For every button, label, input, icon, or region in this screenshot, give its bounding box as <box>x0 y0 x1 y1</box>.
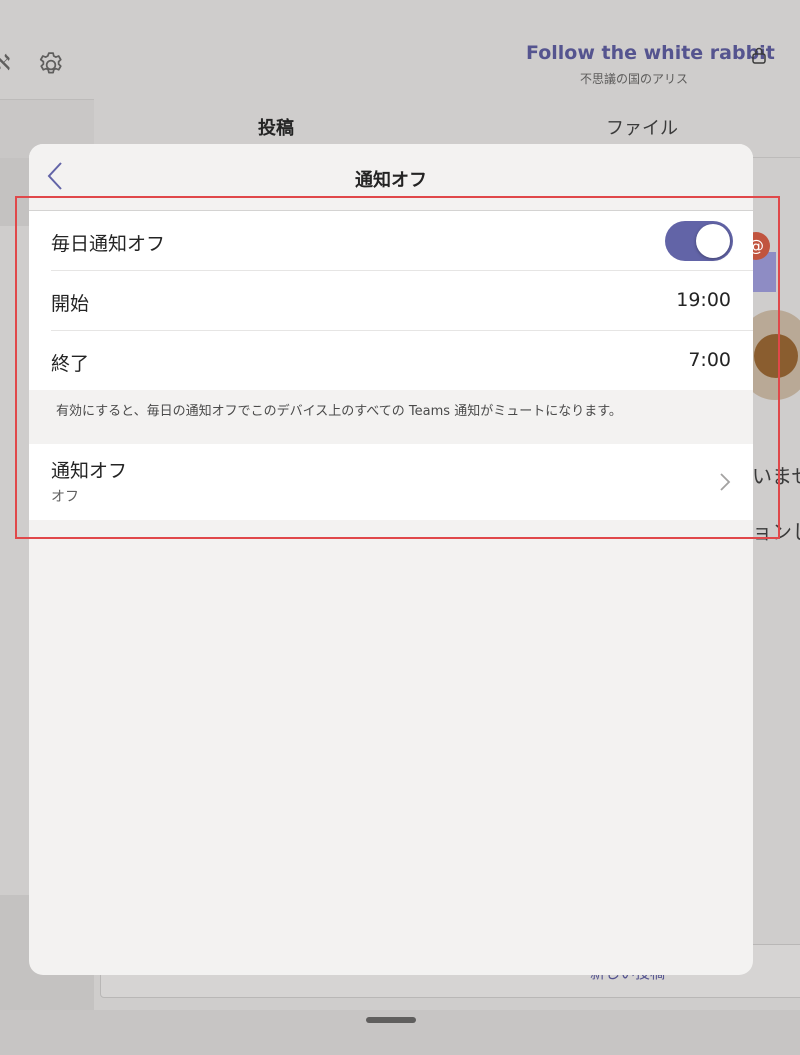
start-time-label: 開始 <box>51 293 90 315</box>
daily-quiet-row: 毎日通知オフ <box>29 211 753 271</box>
quiet-days-row[interactable]: 通知オフ オフ <box>29 444 753 520</box>
chevron-right-icon <box>720 473 731 491</box>
sheet-title: 通知オフ <box>355 170 427 191</box>
start-time-row[interactable]: 開始 19:00 <box>29 271 753 331</box>
end-time-label: 終了 <box>51 353 90 375</box>
gear-icon[interactable] <box>36 50 66 80</box>
quiet-days-status: オフ <box>51 489 79 505</box>
illustration-shape <box>754 334 798 378</box>
channel-title: Follow the white rabbit <box>526 42 775 64</box>
lock-icon <box>752 47 766 64</box>
tab-posts[interactable]: 投稿 <box>258 114 294 140</box>
home-indicator[interactable] <box>366 1017 416 1023</box>
tab-files[interactable]: ファイル <box>606 114 678 140</box>
sheet-header: 通知オフ <box>29 144 753 210</box>
daily-quiet-label: 毎日通知オフ <box>51 233 166 255</box>
daily-quiet-toggle[interactable] <box>665 221 733 261</box>
toggle-knob <box>696 224 730 258</box>
quiet-time-sheet: 通知オフ 毎日通知オフ 開始 19:00 終了 7:00 有効にすると、毎日の通… <box>29 144 753 975</box>
info-text: 有効にすると、毎日の通知オフでこのデバイス上のすべての Teams 通知がミュー… <box>56 404 622 419</box>
quiet-days-label: 通知オフ <box>51 460 128 482</box>
add-people-icon[interactable]: ℵ <box>0 50 16 78</box>
background-text: ョンし <box>752 520 800 544</box>
end-time-value[interactable]: 7:00 <box>688 349 731 371</box>
end-time-row[interactable]: 終了 7:00 <box>29 331 753 390</box>
start-time-value[interactable]: 19:00 <box>676 289 731 311</box>
background-text: いませ <box>752 464 800 488</box>
channel-subtitle: 不思議の国のアリス <box>580 72 689 86</box>
